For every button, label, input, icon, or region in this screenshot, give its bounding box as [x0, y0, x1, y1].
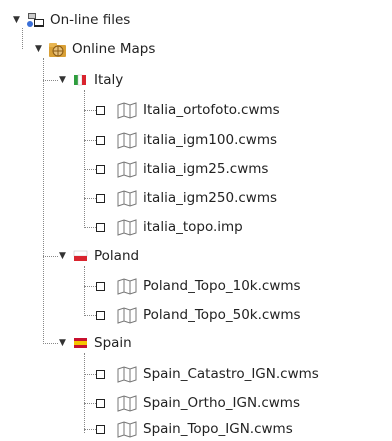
map-icon [117, 421, 137, 438]
map-icon [117, 190, 137, 207]
expand-toggle-icon[interactable]: ▼ [57, 338, 68, 349]
tree-item-spain-topo-ign[interactable]: Spain_Topo_IGN.cwms [84, 417, 293, 441]
tree-item-italia-igm25[interactable]: italia_igm25.cwms [84, 157, 268, 181]
tree-node-online-files[interactable]: ▼ On-line files [11, 8, 130, 32]
map-icon [117, 132, 137, 149]
network-folder-icon [27, 13, 44, 27]
tree-item-poland-topo-50k[interactable]: Poland_Topo_50k.cwms [84, 303, 301, 327]
item-checkbox[interactable] [96, 164, 105, 174]
item-checkbox[interactable] [96, 369, 105, 379]
tree-item-label: italia_igm250.cwms [143, 190, 278, 206]
expand-toggle-icon[interactable]: ▼ [57, 251, 68, 262]
tree-item-italia-topo[interactable]: italia_topo.imp [84, 215, 243, 239]
expand-toggle-icon[interactable]: ▼ [33, 44, 44, 55]
tree-node-label: Poland [94, 248, 140, 264]
tree-node-spain[interactable]: ▼ Spain [57, 331, 132, 355]
item-checkbox[interactable] [96, 281, 105, 291]
item-checkbox[interactable] [96, 105, 105, 115]
item-checkbox[interactable] [96, 424, 105, 434]
tree-item-label: Poland_Topo_50k.cwms [143, 307, 301, 323]
map-icon [117, 395, 137, 412]
expand-toggle-icon[interactable]: ▼ [11, 15, 22, 26]
tree-item-label: Spain_Ortho_IGN.cwms [143, 395, 300, 411]
tree-node-label: Online Maps [72, 41, 156, 57]
item-checkbox[interactable] [96, 398, 105, 408]
tree-item-label: italia_igm100.cwms [143, 132, 278, 148]
map-icon [117, 161, 137, 178]
map-icon [117, 102, 137, 119]
item-checkbox[interactable] [96, 135, 105, 145]
tree-item-spain-ortho-ign[interactable]: Spain_Ortho_IGN.cwms [84, 391, 300, 415]
tree-guide-line [43, 256, 58, 257]
map-icon [117, 366, 137, 383]
tree-item-italia-igm250[interactable]: italia_igm250.cwms [84, 186, 277, 210]
italy-flag-icon [74, 74, 86, 86]
tree-item-label: italia_igm25.cwms [143, 161, 269, 177]
tree-item-italia-ortofoto[interactable]: Italia_ortofoto.cwms [84, 98, 280, 122]
expand-toggle-icon[interactable]: ▼ [57, 75, 68, 86]
tree-node-label: Spain [94, 335, 132, 351]
tree-node-label: Italy [94, 72, 124, 88]
globe-folder-icon [49, 43, 66, 57]
tree-item-label: Spain_Topo_IGN.cwms [143, 421, 293, 437]
poland-flag-icon [73, 250, 88, 261]
item-checkbox[interactable] [96, 222, 105, 232]
tree-item-label: Poland_Topo_10k.cwms [143, 278, 301, 294]
tree-item-italia-igm100[interactable]: italia_igm100.cwms [84, 128, 277, 152]
tree-node-poland[interactable]: ▼ Poland [57, 244, 139, 268]
spain-flag-icon [74, 338, 87, 348]
tree-item-spain-catastro-ign[interactable]: Spain_Catastro_IGN.cwms [84, 362, 319, 386]
tree-item-label: Italia_ortofoto.cwms [143, 102, 280, 118]
tree-guide-line [43, 58, 44, 344]
tree-node-italy[interactable]: ▼ Italy [57, 68, 123, 92]
online-maps-tree: ▼ On-line files ▼ Online Maps ▼ Italy It… [0, 0, 392, 441]
tree-node-online-maps[interactable]: ▼ Online Maps [33, 37, 155, 61]
tree-item-label: Spain_Catastro_IGN.cwms [143, 366, 319, 382]
item-checkbox[interactable] [96, 310, 105, 320]
tree-guide-line [43, 343, 58, 344]
map-icon [117, 278, 137, 295]
tree-item-label: italia_topo.imp [143, 219, 243, 235]
item-checkbox[interactable] [96, 193, 105, 203]
tree-node-label: On-line files [50, 12, 131, 28]
tree-item-poland-topo-10k[interactable]: Poland_Topo_10k.cwms [84, 274, 301, 298]
map-icon [117, 219, 137, 236]
map-icon [117, 307, 137, 324]
tree-guide-line [43, 80, 58, 81]
